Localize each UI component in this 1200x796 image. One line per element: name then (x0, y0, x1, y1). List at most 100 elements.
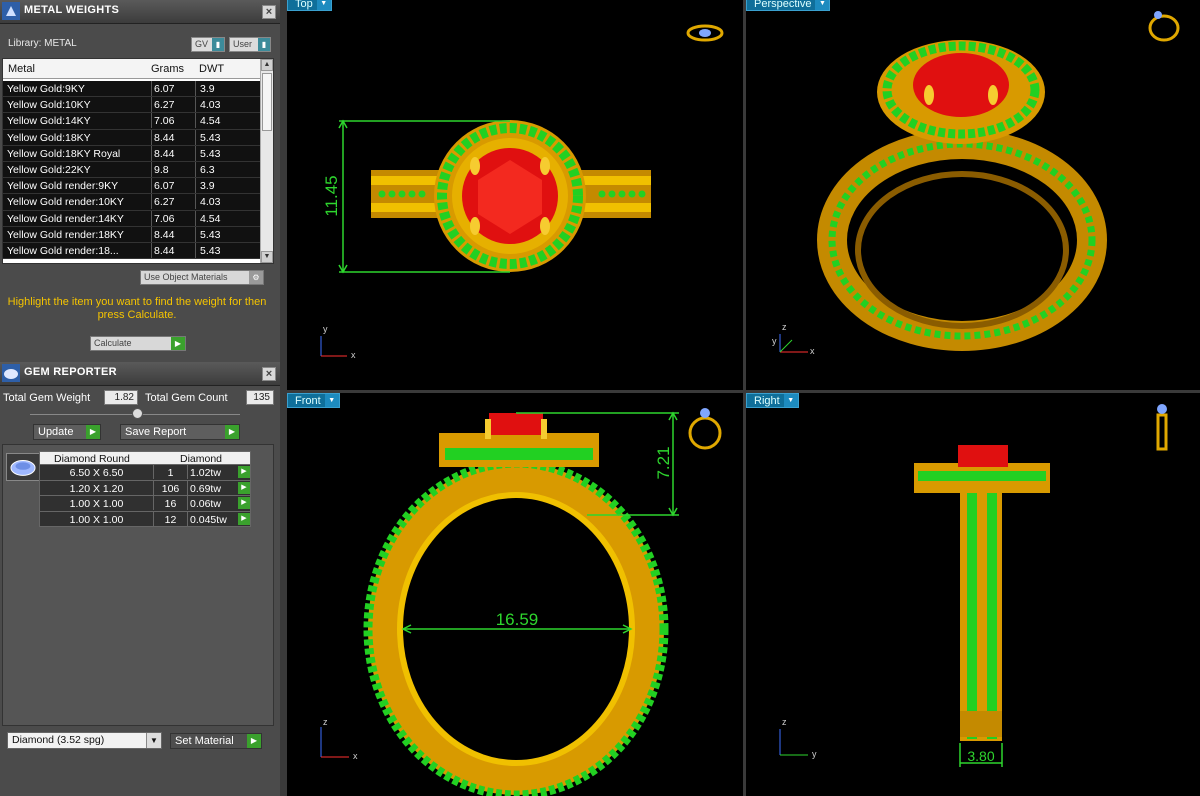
table-row[interactable]: Yellow Gold:22KY 9.8 6.3 (3, 161, 261, 179)
metal-weights-header: METAL WEIGHTS × (0, 0, 280, 24)
axis-h-label: x (810, 346, 815, 356)
stone-count: 12 (154, 511, 188, 526)
column-header-shape: Diamond Round (54, 453, 130, 465)
grams-value: 8.44 (151, 226, 195, 242)
total-gem-count-value: 135 (246, 390, 274, 405)
table-row[interactable]: Yellow Gold render:14KY 7.06 4.54 (3, 210, 261, 227)
play-icon[interactable]: ▶ (238, 466, 250, 478)
panel-title: METAL WEIGHTS (24, 4, 120, 16)
table-row[interactable]: 1.20 X 1.20 106 0.69tw ▶ (39, 480, 251, 496)
stone-count: 16 (154, 496, 188, 510)
table-row[interactable]: 6.50 X 6.50 1 1.02tw ▶ (39, 465, 251, 481)
dwt-value: 5.43 (195, 242, 251, 258)
use-object-materials-button[interactable]: Use Object Materials ⚙ (140, 270, 264, 285)
ring-thumbnail-icon (1156, 404, 1168, 451)
material-select[interactable]: Diamond (3.52 spg) ▼ (7, 732, 162, 749)
table-row[interactable]: Yellow Gold:10KY 6.27 4.03 (3, 97, 261, 114)
table-row[interactable]: Yellow Gold render:18KY 8.44 5.43 (3, 226, 261, 243)
update-button[interactable]: Update ▶ (33, 424, 101, 440)
library-label: Library: METAL (8, 38, 77, 49)
calculate-button[interactable]: Calculate ▶ (90, 336, 186, 351)
stone-size: 1.00 X 1.00 (40, 511, 154, 526)
total-gem-weight-value: 1.82 (104, 390, 138, 405)
viewport-right[interactable]: Right ▼ 3.80 z y (746, 393, 1200, 796)
gv-toggle[interactable]: GV ▮ (191, 37, 225, 52)
use-object-materials-label: Use Object Materials (144, 272, 228, 282)
table-row[interactable]: Yellow Gold:18KY 8.44 5.43 (3, 129, 261, 146)
table-row[interactable]: Yellow Gold:9KY 6.07 3.9 (3, 81, 261, 98)
chevron-down-icon[interactable]: ▼ (324, 394, 339, 407)
grams-value: 6.07 (151, 178, 195, 194)
vertical-scrollbar[interactable]: ▲ ▼ (260, 59, 273, 263)
width-dimension-label: 3.80 (967, 748, 994, 764)
grams-value: 6.27 (151, 97, 195, 113)
viewport-front[interactable]: Front ▼ 7.21 16.59 z x (287, 393, 743, 796)
metal-name: Yellow Gold render:10KY (7, 196, 124, 209)
viewport-label: Right (754, 395, 780, 407)
dwt-value: 6.3 (195, 161, 251, 177)
viewport-tab-top[interactable]: Top ▼ (287, 0, 332, 11)
ring-thumbnail-icon (688, 408, 722, 450)
update-label: Update (38, 426, 74, 438)
total-weight: 0.06tw (190, 498, 221, 510)
table-row[interactable]: Yellow Gold render:10KY 6.27 4.03 (3, 194, 261, 211)
play-icon[interactable]: ▶ (238, 481, 250, 494)
viewport-top[interactable]: Top ▼ 11.45 y x (287, 0, 743, 390)
column-header-dwt[interactable]: DWT (199, 63, 224, 75)
dwt-value: 5.43 (195, 226, 251, 242)
axis-d-label: y (772, 336, 777, 346)
play-icon: ▶ (225, 425, 239, 439)
stone-size: 1.20 X 1.20 (40, 480, 154, 495)
user-toggle[interactable]: User ▮ (229, 37, 271, 52)
table-row[interactable]: 1.00 X 1.00 12 0.045tw ▶ (39, 511, 251, 527)
viewport-tab-perspective[interactable]: Perspective ▼ (746, 0, 831, 11)
play-icon: ▶ (171, 337, 185, 350)
chevron-down-icon[interactable]: ▼ (783, 394, 798, 407)
chevron-down-icon[interactable]: ▼ (146, 733, 161, 748)
chevron-down-icon[interactable]: ▼ (815, 0, 830, 10)
viewport-perspective[interactable]: Perspective ▼ z x y (746, 0, 1200, 390)
table-row[interactable]: Yellow Gold render:18... 8.44 5.43 (3, 242, 261, 260)
close-icon[interactable]: × (262, 5, 276, 19)
close-icon[interactable]: × (262, 367, 276, 381)
table-row[interactable]: 1.00 X 1.00 16 0.06tw ▶ (39, 496, 251, 512)
save-report-button[interactable]: Save Report ▶ (120, 424, 240, 440)
table-row[interactable]: Yellow Gold:18KY Royal 8.44 5.43 (3, 145, 261, 162)
axis-v-label: z (323, 717, 328, 727)
slider-handle[interactable] (132, 408, 143, 419)
table-row[interactable]: Yellow Gold:14KY 7.06 4.54 (3, 113, 261, 130)
scroll-thumb[interactable] (262, 73, 272, 131)
total-weight: 0.045tw (190, 513, 227, 526)
grams-value: 9.8 (151, 161, 195, 177)
viewport-tab-front[interactable]: Front ▼ (287, 393, 340, 408)
scroll-up-icon[interactable]: ▲ (261, 59, 273, 71)
gem-report-area: Diamond Round Diamond 6.50 X 6.50 1 1.02tw… (2, 444, 274, 726)
metal-name: Yellow Gold render:9KY (7, 180, 119, 193)
total-weight: 0.69tw (190, 482, 221, 495)
grams-value: 6.07 (151, 81, 195, 96)
column-header-metal[interactable]: Metal (8, 63, 35, 75)
axis-h-label: x (353, 751, 358, 761)
grams-value: 8.44 (151, 242, 195, 258)
right-view-drawing: 3.80 z y (779, 404, 1168, 767)
gem-icon (2, 364, 20, 382)
inner-diameter-label: 16.59 (496, 610, 539, 629)
play-icon[interactable]: ▶ (238, 512, 250, 525)
chevron-down-icon[interactable]: ▼ (316, 0, 331, 10)
table-row[interactable]: Yellow Gold render:9KY 6.07 3.9 (3, 178, 261, 195)
viewport-tab-right[interactable]: Right ▼ (746, 393, 799, 408)
axis-h-label: x (351, 350, 356, 360)
set-material-button[interactable]: Set Material ▶ (170, 733, 262, 749)
gem-reporter-panel: GEM REPORTER × Total Gem Weight 1.82 Tot… (0, 362, 280, 796)
column-header-grams[interactable]: Grams (151, 63, 184, 75)
dimension-label: 11.45 (322, 175, 341, 216)
gv-label: GV (195, 39, 209, 49)
viewport-label: Front (295, 395, 321, 407)
scroll-down-icon[interactable]: ▼ (261, 251, 273, 263)
stone-size: 6.50 X 6.50 (40, 465, 154, 479)
app-window: METAL WEIGHTS × Library: METAL GV ▮ User… (0, 0, 1200, 796)
ring-thumbnail-icon (686, 24, 724, 42)
axis-v-label: z (782, 717, 787, 727)
gem-reporter-header: GEM REPORTER × (0, 362, 280, 386)
play-icon[interactable]: ▶ (238, 497, 250, 509)
